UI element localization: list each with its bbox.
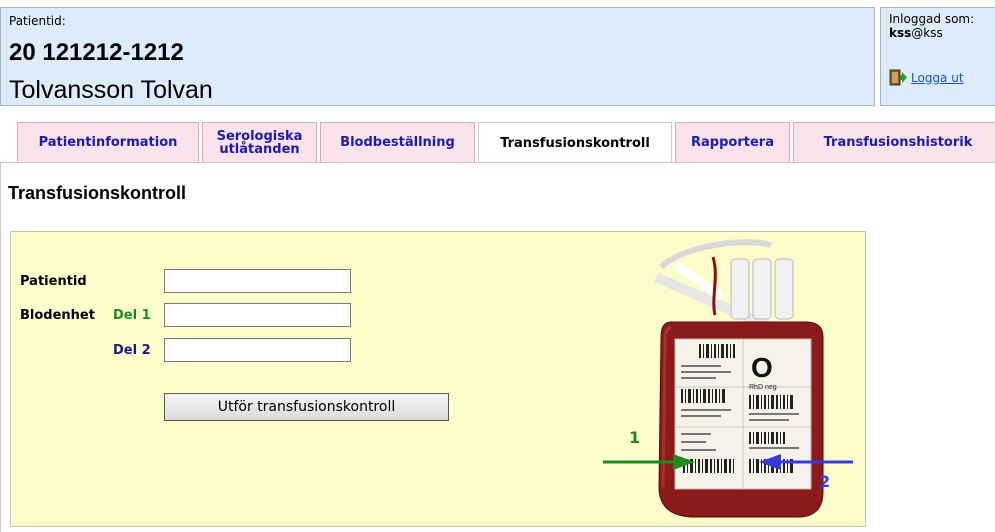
tab-rapportera[interactable]: Rapportera	[675, 122, 790, 162]
login-user-domain: @kss	[911, 26, 943, 40]
arrow-2-label: 2	[819, 472, 830, 491]
tab-serologiska-utlatanden[interactable]: Serologiska utlåtanden	[202, 122, 317, 162]
content-left-border	[0, 162, 1, 532]
part2-label: Del 2	[113, 343, 151, 358]
login-label: Inloggad som:	[889, 12, 975, 26]
tab-patientinformation[interactable]: Patientinformation	[17, 122, 199, 162]
tab-transfusionskontroll[interactable]: Transfusionskontroll	[478, 122, 672, 163]
page-title: Transfusionskontroll	[8, 183, 187, 203]
login-user-name: kss	[889, 26, 912, 40]
blood-bag-image: O RhD neg 1 2	[603, 239, 853, 518]
login-panel: Inloggad som: kss@kss Logga ut	[880, 7, 995, 106]
blood-unit-part1-input[interactable]	[164, 303, 351, 327]
content-top-border	[0, 162, 995, 163]
patient-id-field-label: Patientid	[20, 274, 87, 289]
patient-header: Patientid: 20 121212-1212 Tolvansson Tol…	[0, 7, 875, 106]
part1-label: Del 1	[113, 308, 151, 323]
blood-unit-label: Blodenhet	[20, 308, 95, 323]
tab-transfusionshistorik[interactable]: Transfusionshistorik	[793, 122, 995, 162]
patient-id-label: Patientid:	[9, 14, 66, 28]
exit-door-icon[interactable]	[889, 69, 907, 86]
patient-id-input[interactable]	[164, 269, 351, 293]
login-user: kss@kss	[889, 26, 943, 40]
patient-name: Tolvansson Tolvan	[9, 76, 213, 104]
patient-id: 20 121212-1212	[9, 39, 184, 66]
perform-transfusion-check-button[interactable]: Utför transfusionskontroll	[164, 393, 449, 421]
bag-label: O RhD neg	[674, 338, 812, 490]
arrow-1-label: 1	[629, 428, 640, 447]
tab-blodbestallning[interactable]: Blodbeställning	[320, 122, 475, 162]
blood-group-text: O	[751, 352, 773, 383]
transfusion-form-panel: Patientid Blodenhet Del 1 Del 2 Utför tr…	[10, 231, 866, 527]
logout-link[interactable]: Logga ut	[911, 71, 964, 85]
rh-text: RhD neg	[749, 384, 777, 391]
blood-unit-part2-input[interactable]	[164, 338, 351, 362]
